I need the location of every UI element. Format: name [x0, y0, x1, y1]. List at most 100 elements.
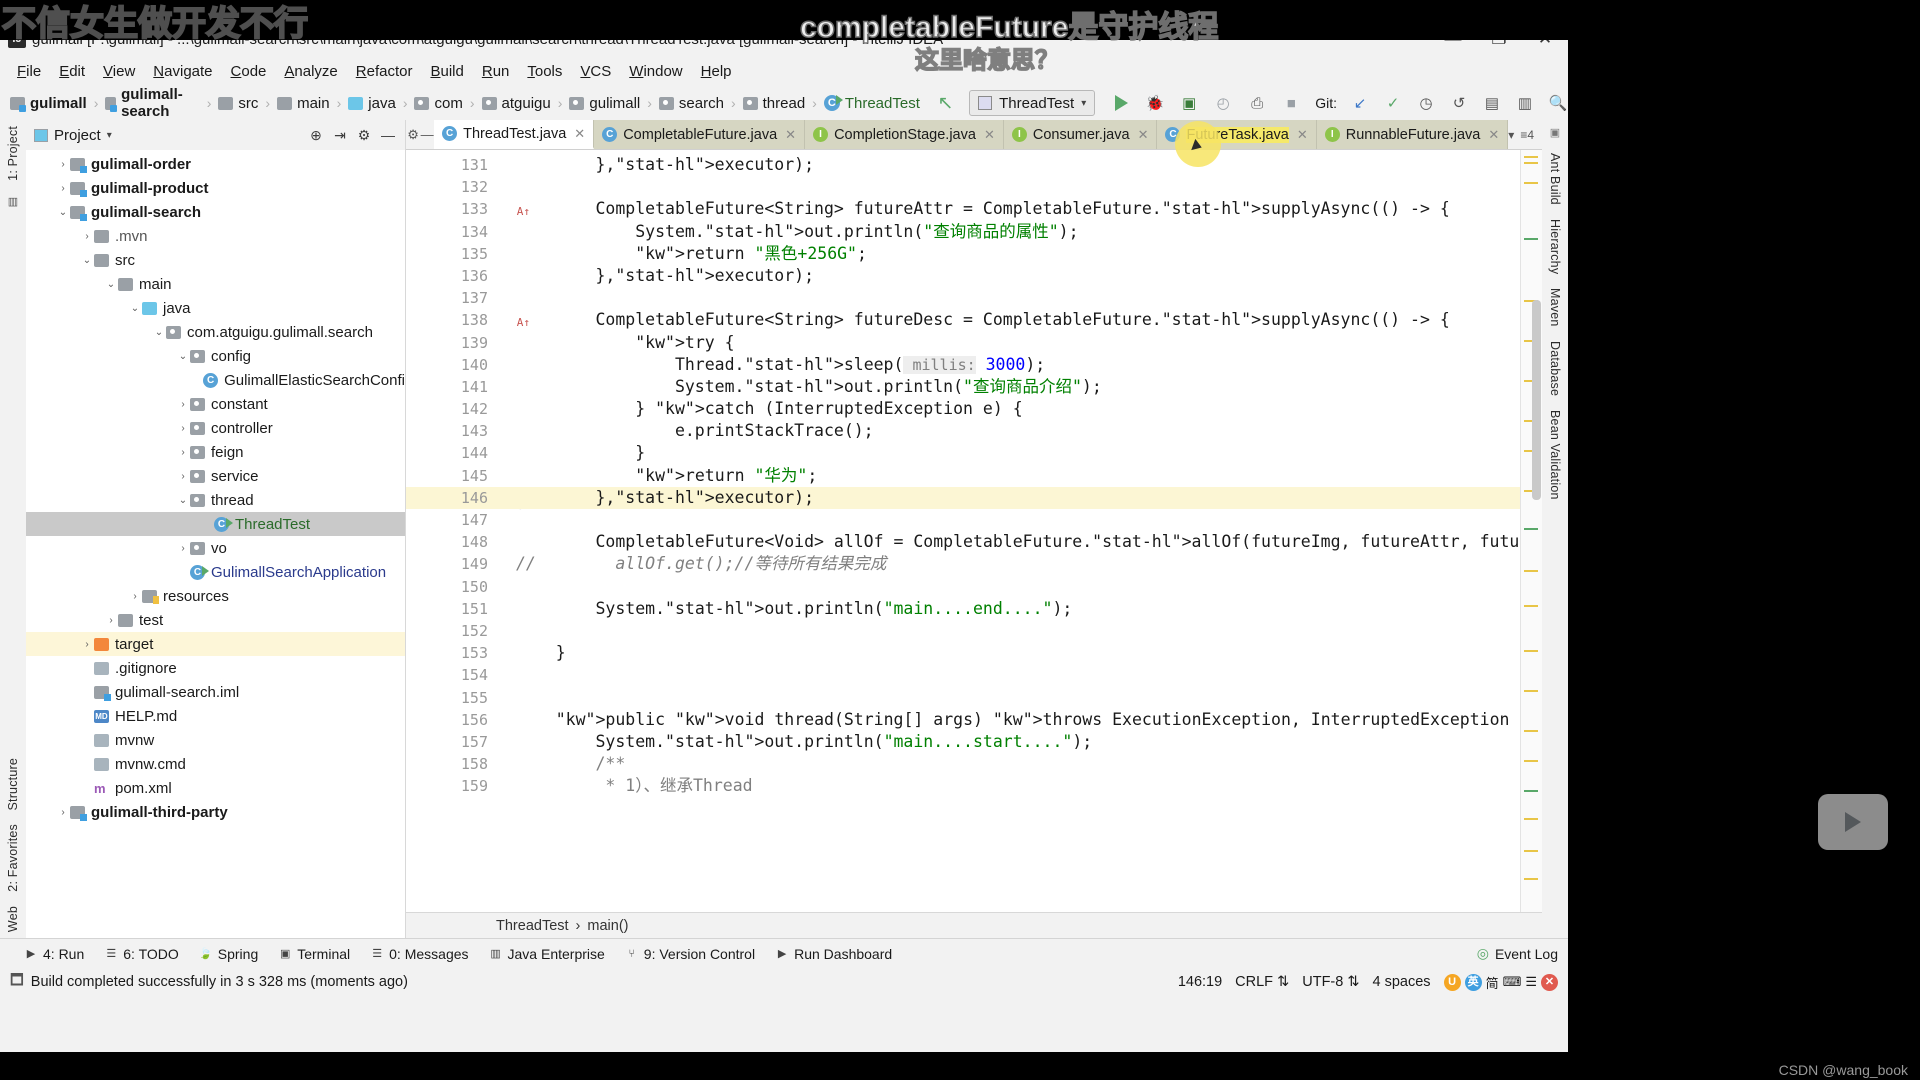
- tree-item-constant[interactable]: › constant: [26, 392, 405, 416]
- chevron-right-icon[interactable]: ›: [56, 807, 70, 818]
- marker-tick[interactable]: [1524, 818, 1538, 820]
- line-number[interactable]: 141: [406, 376, 496, 398]
- ime-simplified-icon[interactable]: 简: [1486, 973, 1499, 992]
- git-history-icon[interactable]: ◷: [1416, 93, 1436, 113]
- tree-item-feign[interactable]: › feign: [26, 440, 405, 464]
- line-number[interactable]: 140: [406, 354, 496, 376]
- line-number[interactable]: 154: [406, 664, 496, 686]
- menu-item-navigate[interactable]: Navigate: [144, 60, 221, 83]
- back-arrow-icon[interactable]: ↖: [936, 93, 955, 114]
- line-number[interactable]: 134: [406, 221, 496, 243]
- sidebar-item-ant-build[interactable]: Ant Build: [1548, 153, 1562, 205]
- ime-lang-icon[interactable]: 英: [1464, 973, 1482, 991]
- breadcrumb-item-com[interactable]: com: [414, 95, 463, 112]
- debug-icon[interactable]: 🐞: [1145, 93, 1165, 113]
- line-number[interactable]: 159: [406, 775, 496, 797]
- code-line[interactable]: [496, 509, 1520, 531]
- breadcrumb-item-src[interactable]: src: [218, 95, 258, 112]
- line-number[interactable]: 138 A↑: [406, 309, 530, 331]
- tree-item-gulimall-search-iml[interactable]: gulimall-search.iml: [26, 680, 405, 704]
- tool-window-run-dashboard[interactable]: ▶ Run Dashboard: [775, 946, 892, 962]
- chevron-right-icon[interactable]: ›: [176, 543, 190, 554]
- editor-tab-consumer-java[interactable]: I Consumer.java ✕: [1003, 120, 1158, 149]
- close-icon[interactable]: ✕: [984, 127, 995, 143]
- line-number[interactable]: 133 A↑: [406, 198, 530, 220]
- tree-item-target[interactable]: › target: [26, 632, 405, 656]
- line-number[interactable]: 155: [406, 687, 496, 709]
- tree-item-src[interactable]: ⌄ src: [26, 248, 405, 272]
- chevron-down-icon[interactable]: ⌄: [104, 279, 118, 290]
- tool-window-6-todo[interactable]: ☰ 6: TODO: [104, 946, 178, 962]
- marker-tick[interactable]: [1524, 790, 1538, 792]
- tree-item-service[interactable]: › service: [26, 464, 405, 488]
- tree-item--gitignore[interactable]: .gitignore: [26, 656, 405, 680]
- tree-item-vo[interactable]: › vo: [26, 536, 405, 560]
- breadcrumb-item-gulimall-search[interactable]: gulimall-search: [105, 86, 199, 120]
- tool-window-spring[interactable]: 🍃 Spring: [199, 946, 258, 962]
- code-line[interactable]: [496, 664, 1520, 686]
- code-line[interactable]: [496, 287, 1520, 309]
- line-number[interactable]: 148: [406, 531, 496, 553]
- line-number[interactable]: 151: [406, 598, 496, 620]
- code-line[interactable]: System."stat-hl">out.println("查询商品介绍");: [496, 376, 1520, 398]
- menu-item-file[interactable]: File: [8, 60, 50, 83]
- sidebar-item-favorites[interactable]: 2: Favorites: [6, 824, 20, 892]
- menu-item-edit[interactable]: Edit: [50, 60, 94, 83]
- code-line[interactable]: }: [496, 642, 1520, 664]
- tree-item-gulimall-search[interactable]: ⌄ gulimall-search: [26, 200, 405, 224]
- menu-item-build[interactable]: Build: [421, 60, 472, 83]
- menu-item-refactor[interactable]: Refactor: [347, 60, 422, 83]
- marker-tick[interactable]: [1524, 850, 1538, 852]
- line-number[interactable]: 135: [406, 243, 496, 265]
- tree-item-gulimallelasticsearchconfi[interactable]: C GulimallElasticSearchConfi: [26, 368, 405, 392]
- tool-window-4-run[interactable]: ▶ 4: Run: [24, 946, 84, 962]
- git-commit-icon[interactable]: ✓: [1383, 93, 1403, 113]
- scroll-from-source-icon[interactable]: ⊕: [307, 127, 325, 144]
- marker-tick[interactable]: [1524, 528, 1538, 530]
- line-number[interactable]: 150: [406, 576, 496, 598]
- tool-window-terminal[interactable]: ▣ Terminal: [278, 946, 350, 962]
- menu-item-analyze[interactable]: Analyze: [275, 60, 346, 83]
- chevron-right-icon[interactable]: ›: [176, 423, 190, 434]
- tool-window-java-enterprise[interactable]: ▥ Java Enterprise: [489, 946, 604, 962]
- tree-item-gulimall-product[interactable]: › gulimall-product: [26, 176, 405, 200]
- menu-item-window[interactable]: Window: [620, 60, 691, 83]
- tree-item-threadtest[interactable]: C ThreadTest: [26, 512, 405, 536]
- chevron-right-icon[interactable]: ›: [80, 639, 94, 650]
- tab-list-icon[interactable]: ▾: [1508, 128, 1514, 142]
- line-number[interactable]: 139: [406, 332, 496, 354]
- code-line[interactable]: System."stat-hl">out.println("main....st…: [496, 731, 1520, 753]
- tree-item-mvnw[interactable]: mvnw: [26, 728, 405, 752]
- run-button[interactable]: [1111, 93, 1131, 113]
- breadcrumb-item-thread[interactable]: thread: [742, 95, 805, 112]
- code-line[interactable]: [496, 687, 1520, 709]
- open-settings-icon[interactable]: ▤: [1482, 93, 1502, 113]
- breadcrumb-item-main[interactable]: main: [277, 95, 330, 112]
- chevron-down-icon[interactable]: ⌄: [56, 207, 70, 218]
- marker-tick[interactable]: [1524, 760, 1538, 762]
- line-number[interactable]: 145: [406, 465, 496, 487]
- ime-indicator[interactable]: U 英 简 ⌨ ☰ ✕: [1443, 973, 1558, 992]
- menu-item-run[interactable]: Run: [473, 60, 519, 83]
- line-number[interactable]: 132: [406, 176, 496, 198]
- code-line[interactable]: },"stat-hl">executor);: [496, 265, 1520, 287]
- line-separator[interactable]: CRLF ⇅: [1235, 974, 1289, 990]
- line-number[interactable]: 143: [406, 420, 496, 442]
- breadcrumb-item-gulimall[interactable]: gulimall: [10, 95, 87, 112]
- line-number[interactable]: 144: [406, 442, 496, 464]
- chevron-down-icon[interactable]: ⌄: [176, 495, 190, 506]
- chevron-right-icon[interactable]: ›: [104, 615, 118, 626]
- stretch-icon[interactable]: ▥: [1515, 93, 1535, 113]
- code-line[interactable]: "kw">public "kw">void thread(String[] ar…: [496, 709, 1520, 731]
- menu-item-view[interactable]: View: [94, 60, 144, 83]
- attach-debugger-icon[interactable]: ⎙: [1247, 93, 1267, 113]
- line-number[interactable]: 131: [406, 154, 496, 176]
- project-tree[interactable]: › gulimall-order › gulimall-product ⌄ gulimal…: [26, 150, 405, 938]
- line-number[interactable]: 142: [406, 398, 496, 420]
- breadcrumb-item-atguigu[interactable]: atguigu: [481, 95, 551, 112]
- chevron-right-icon[interactable]: ›: [56, 183, 70, 194]
- tree-item-gulimall-order[interactable]: › gulimall-order: [26, 152, 405, 176]
- marker-tick[interactable]: [1524, 156, 1538, 158]
- menu-item-vcs[interactable]: VCS: [571, 60, 620, 83]
- ime-menu-icon[interactable]: ☰: [1525, 974, 1537, 990]
